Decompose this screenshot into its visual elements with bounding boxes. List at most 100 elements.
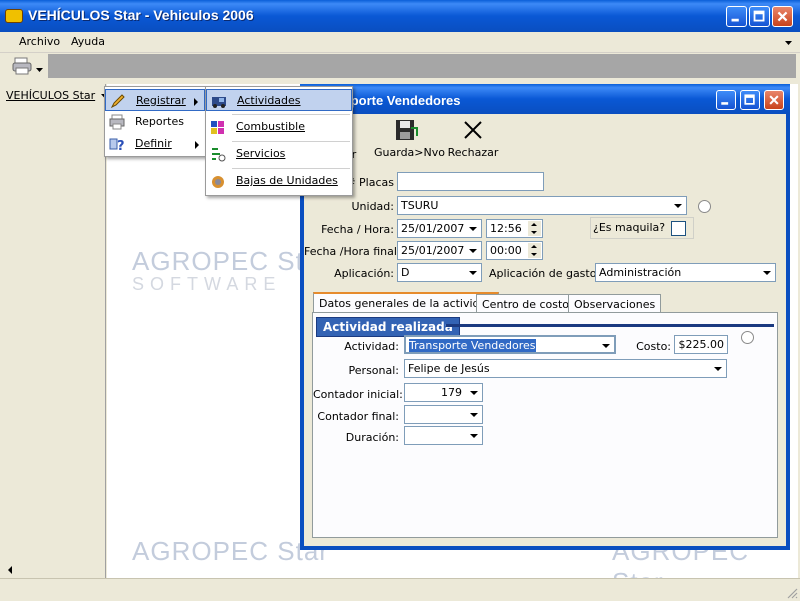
menu-divider (232, 114, 350, 115)
menu-item-registrar[interactable]: Registrar (105, 89, 205, 111)
window-title: VEHÍCULOS Star - Vehiculos 2006 (28, 7, 254, 23)
menu-item-reportes-label: Reportes (135, 115, 184, 128)
actividad-radio[interactable] (741, 331, 754, 344)
status-bar (0, 578, 800, 601)
tab-observaciones[interactable]: Observaciones (568, 294, 662, 313)
aplicacion-gastos-select[interactable]: Administración (595, 263, 776, 282)
actividad-label: Actividad: (344, 340, 399, 353)
child-minimize-button[interactable] (716, 90, 736, 110)
hora-final-value: 00:00 (490, 244, 522, 257)
menu-item-bajas-label: Bajas de Unidades (236, 174, 338, 187)
maximize-icon (753, 10, 765, 22)
close-icon (769, 95, 779, 105)
menu-archivo[interactable]: Archivo (19, 35, 60, 48)
menu-item-reportes[interactable]: Reportes (105, 111, 205, 133)
spinner-icon[interactable] (528, 221, 541, 236)
toolbar (0, 53, 800, 79)
save-new-button[interactable]: Guarda>Nvo (374, 118, 445, 159)
duracion-select[interactable] (404, 426, 483, 445)
maximize-button[interactable] (749, 6, 770, 27)
sidebar-dropdown[interactable]: VEHÍCULOS Star (6, 89, 108, 102)
menu-item-bajas[interactable]: Bajas de Unidades (206, 170, 352, 192)
child-title-bar[interactable]: Transporte Vendedores (300, 84, 790, 114)
reject-button[interactable]: Rechazar (446, 118, 500, 159)
menu-bar: Archivo Ayuda (0, 32, 800, 53)
tab-centro-costos[interactable]: Centro de costos (476, 294, 581, 313)
menu-ayuda[interactable]: Ayuda (71, 35, 105, 48)
tab-datos-generales[interactable]: Datos generales de la actividad (313, 292, 500, 313)
help-icon: ? (109, 138, 125, 152)
es-maquila-label: ¿Es maquila? (593, 221, 666, 234)
close-icon (777, 11, 788, 22)
app-icon (5, 9, 23, 23)
menu-item-definir[interactable]: ? Definir (105, 133, 205, 155)
hora-final-spinner[interactable]: 00:00 (486, 241, 543, 260)
chevron-down-icon[interactable] (465, 243, 480, 258)
chevron-down-icon[interactable] (465, 265, 480, 280)
personal-label: Personal: (348, 364, 399, 377)
submenu-arrow-icon (194, 98, 198, 106)
costo-input[interactable]: $225.00 (674, 335, 728, 354)
chevron-down-icon[interactable] (598, 338, 613, 352)
placas-input[interactable] (397, 172, 544, 191)
watermark-sub: SOFTWARE (132, 274, 282, 294)
personal-value: Felipe de Jesús (408, 362, 490, 375)
es-maquila-checkbox-group[interactable]: ¿Es maquila? (590, 217, 694, 239)
scroll-left-icon[interactable] (8, 566, 13, 574)
submenu-arrow-icon (195, 141, 199, 149)
menu-item-servicios[interactable]: Servicios (206, 143, 352, 165)
menu-item-servicios-label: Servicios (236, 147, 286, 160)
duracion-label: Duración: (345, 431, 399, 444)
tab-panel: Actividad realizada Actividad: Transport… (312, 312, 778, 538)
reject-label: Rechazar (447, 146, 499, 159)
personal-select[interactable]: Felipe de Jesús (404, 359, 727, 378)
actividad-select[interactable]: Transporte Vendedores (404, 335, 616, 354)
chevron-down-icon[interactable] (759, 265, 774, 280)
app-title-bar[interactable]: VEHÍCULOS Star - Vehiculos 2006 (0, 0, 800, 32)
fecha-value: 25/01/2007 (401, 222, 465, 235)
unidad-value: TSURU (401, 199, 439, 212)
lock-icon (212, 176, 224, 188)
aplicacion-select[interactable]: D (397, 263, 482, 282)
contador-inicial-value: 179 (441, 386, 462, 399)
menu-item-actividades[interactable]: Actividades (206, 89, 352, 111)
resize-grip-icon[interactable] (786, 587, 798, 599)
child-close-button[interactable] (764, 90, 784, 110)
menu-item-combustible[interactable]: Combustible (206, 116, 352, 138)
printer-icon[interactable] (12, 57, 32, 75)
chevron-down-icon[interactable] (36, 68, 43, 72)
chevron-down-icon[interactable] (465, 221, 480, 236)
chevron-down-icon[interactable] (466, 407, 481, 422)
section-divider (446, 324, 774, 327)
fuel-icon (211, 121, 224, 134)
chevron-down-icon[interactable] (785, 41, 792, 46)
aplicacion-label: Aplicación: (334, 267, 394, 280)
hora-spinner[interactable]: 12:56 (486, 219, 543, 238)
aplicacion-value: D (401, 266, 410, 279)
menu-item-combustible-label: Combustible (236, 120, 305, 133)
maximize-icon (744, 94, 755, 105)
child-window: Transporte Vendedores r Guarda>Nvo Recha… (300, 84, 790, 550)
contador-inicial-select[interactable]: 179 (404, 383, 483, 402)
fecha-hora-label: Fecha / Hora: (321, 223, 394, 236)
save-icon (396, 120, 418, 140)
chevron-down-icon[interactable] (466, 428, 481, 443)
wrench-icon (212, 148, 226, 162)
fecha-select[interactable]: 25/01/2007 (397, 219, 482, 238)
unidad-radio[interactable] (698, 200, 711, 213)
unidad-select[interactable]: TSURU (397, 196, 687, 215)
menu-divider (232, 141, 350, 142)
spinner-icon[interactable] (528, 243, 541, 258)
fecha-final-select[interactable]: 25/01/2007 (397, 241, 482, 260)
es-maquila-checkbox[interactable] (671, 221, 686, 236)
minimize-button[interactable] (726, 6, 747, 27)
chevron-down-icon[interactable] (710, 361, 725, 376)
child-maximize-button[interactable] (740, 90, 760, 110)
contador-final-select[interactable] (404, 405, 483, 424)
pencil-icon (110, 94, 125, 109)
hora-value: 12:56 (490, 222, 522, 235)
main-menu-popup: Registrar Reportes ? Definir (104, 86, 206, 157)
chevron-down-icon[interactable] (670, 198, 685, 213)
close-button[interactable] (772, 6, 793, 27)
chevron-down-icon[interactable] (466, 385, 481, 400)
